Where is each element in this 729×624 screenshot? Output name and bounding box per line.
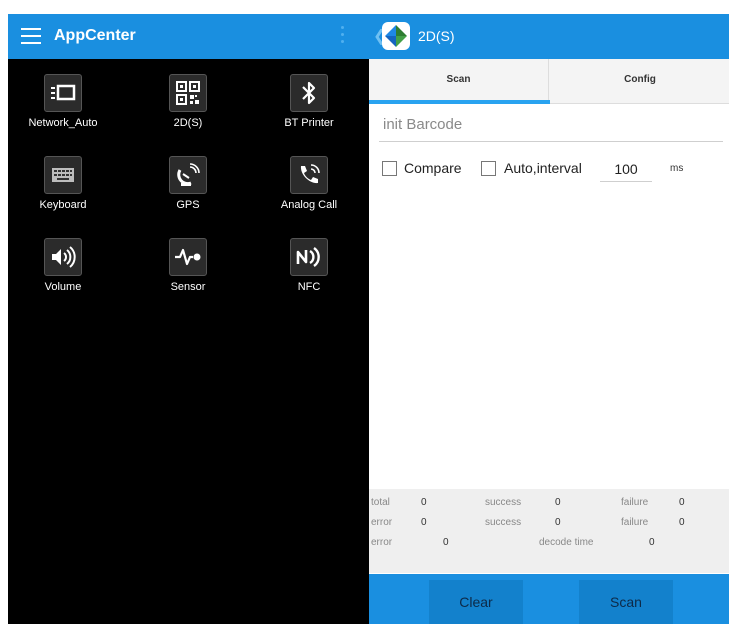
app-label: Volume [44,281,82,293]
failure-label: failure [621,497,649,508]
appcenter-title: AppCenter [54,27,136,44]
tab-config[interactable]: Config [550,59,729,104]
success-label: success [485,497,522,508]
screen-title: 2D(S) [418,28,455,44]
app-keyboard[interactable]: Keyboard [8,156,118,211]
compare-label: Compare [404,160,462,176]
app-analog-call[interactable]: Analog Call [254,156,364,211]
scan-screen: ❮ 2D(S) Scan Config init Barcode Compare… [369,14,729,624]
appcenter-toolbar: AppCenter [8,14,369,59]
tab-bar: Scan Config [369,59,729,104]
app-label: Analog Call [280,199,338,211]
app-logo-icon [382,22,410,50]
scan-options: Compare Auto,interval 100 ms [379,158,723,182]
app-network-auto[interactable]: Network_Auto [8,74,118,129]
menu-icon[interactable] [21,28,41,44]
bluetooth-icon [290,74,328,112]
action-bar: Clear Scan [369,574,729,624]
clear-button[interactable]: Clear [429,580,523,624]
qr-code-icon [169,74,207,112]
sensor-icon [169,238,207,276]
interval-input[interactable]: 100 [600,158,652,182]
error-value: 0 [443,537,449,548]
app-bt-printer[interactable]: BT Printer [254,74,364,129]
statistics-panel: total 0 success 0 failure 0 error 0 succ… [369,489,729,573]
phone-ringing-icon [290,156,328,194]
overflow-menu-icon[interactable] [339,26,345,48]
auto-interval-label: Auto,interval [504,160,582,176]
failure-value: 0 [679,517,685,528]
interval-unit-label: ms [670,163,684,174]
auto-interval-checkbox[interactable] [481,161,496,176]
total-label: total [371,497,390,508]
compare-checkbox[interactable] [382,161,397,176]
app-label: Sensor [170,281,206,293]
error-value: 0 [421,517,427,528]
scan-toolbar: ❮ 2D(S) [369,14,729,59]
app-2d-s[interactable]: 2D(S) [133,74,243,129]
nfc-icon [290,238,328,276]
failure-label: failure [621,517,649,528]
total-value: 0 [421,497,427,508]
keyboard-icon [44,156,82,194]
app-nfc[interactable]: NFC [254,238,364,293]
scan-result-area [369,192,729,488]
decode-time-value: 0 [649,537,655,548]
app-label: Keyboard [39,199,87,211]
success-label: success [485,517,522,528]
success-value: 0 [555,497,561,508]
success-value: 0 [555,517,561,528]
app-gps[interactable]: GPS [133,156,243,211]
scan-button[interactable]: Scan [579,580,673,624]
error-label: error [371,537,393,548]
speaker-icon [44,238,82,276]
network-icon [44,74,82,112]
appcenter-panel: AppCenter Network_Auto 2D(S) BT Printer … [8,14,369,624]
barcode-input[interactable]: init Barcode [379,112,723,142]
app-label: Network_Auto [28,117,98,129]
app-label: NFC [297,281,321,293]
failure-value: 0 [679,497,685,508]
app-volume[interactable]: Volume [8,238,118,293]
app-label: 2D(S) [173,117,203,129]
gps-dish-icon [169,156,207,194]
app-label: BT Printer [284,117,334,129]
tab-scan[interactable]: Scan [369,59,549,104]
app-label: GPS [176,199,200,211]
app-sensor[interactable]: Sensor [133,238,243,293]
active-tab-indicator [369,100,550,104]
error-label: error [371,517,393,528]
decode-time-label: decode time [539,537,594,548]
